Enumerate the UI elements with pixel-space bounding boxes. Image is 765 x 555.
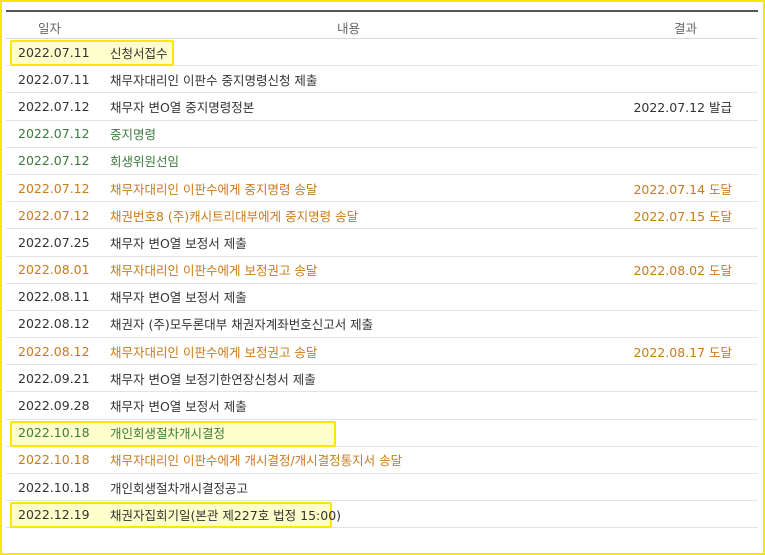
table-body: 2022.07.11 신청서접수 2022.07.11 채무자대리인 이판수 중지명령… bbox=[6, 39, 758, 529]
row-date: 2022.10.18 bbox=[18, 425, 90, 441]
row-content: 채무자대리인 이판수에게 보정권고 송달 bbox=[110, 263, 318, 279]
table-row: 2022.07.12 채무자 변O열 중지명령정본 2022.07.12 발급 bbox=[6, 93, 758, 121]
row-content: 채무자대리인 이판수에게 개시결정/개시결정통지서 송달 bbox=[110, 453, 403, 469]
row-content: 중지명령 bbox=[110, 127, 157, 143]
row-date: 2022.09.28 bbox=[18, 398, 90, 414]
table-header: 일자 내용 결과 bbox=[6, 12, 758, 39]
table-row: 2022.08.11 채무자 변O열 보정서 제출 bbox=[6, 284, 758, 311]
row-content: 신청서접수 bbox=[110, 45, 168, 61]
row-date: 2022.08.12 bbox=[18, 316, 90, 332]
row-date: 2022.10.18 bbox=[18, 479, 90, 495]
row-date: 2022.07.25 bbox=[18, 234, 90, 250]
row-result: 2022.07.12 발급 bbox=[633, 99, 732, 115]
table-row: 2022.07.11 신청서접수 bbox=[6, 39, 758, 67]
table-row: 2022.07.11 채무자대리인 이판수 중지명령신청 제출 bbox=[6, 66, 758, 94]
row-content: 채무자 변O열 보정서 제출 bbox=[110, 399, 247, 415]
row-result: 2022.08.02 도달 bbox=[633, 263, 732, 279]
table-row: 2022.08.01 채무자대리인 이판수에게 보정권고 송달 2022.08.02… bbox=[6, 257, 758, 284]
row-content: 채무자 변O열 보정기한연장신청서 제출 bbox=[110, 371, 316, 387]
row-date: 2022.07.11 bbox=[18, 71, 90, 87]
row-date: 2022.07.12 bbox=[18, 153, 90, 169]
row-result: 2022.07.14 도달 bbox=[633, 181, 732, 197]
row-date: 2022.08.01 bbox=[18, 262, 90, 278]
row-date: 2022.07.12 bbox=[18, 180, 90, 196]
row-content: 채무자 변O열 보정서 제출 bbox=[110, 290, 247, 306]
row-content: 개인회생절차개시결정 bbox=[110, 426, 226, 442]
row-date: 2022.07.12 bbox=[18, 98, 90, 114]
table-row: 2022.07.25 채무자 변O열 보정서 제출 bbox=[6, 229, 758, 257]
row-content: 채권번호8 (주)캐시트리대부에게 중지명령 송달 bbox=[110, 208, 359, 224]
row-date: 2022.09.21 bbox=[18, 370, 90, 386]
table-row: 2022.08.12 채권자 (주)모두론대부 채권자계좌번호신고서 제출 bbox=[6, 311, 758, 339]
header-date: 일자 bbox=[38, 21, 62, 36]
row-date: 2022.07.12 bbox=[18, 207, 90, 223]
table-row: 2022.07.12 채권번호8 (주)캐시트리대부에게 중지명령 송달 2022.… bbox=[6, 202, 758, 230]
row-date: 2022.12.19 bbox=[18, 506, 90, 522]
row-content: 채무자대리인 이판수에게 중지명령 송달 bbox=[110, 181, 318, 197]
row-content: 개인회생절차개시결정공고 bbox=[110, 480, 249, 496]
table-row: 2022.10.18 개인회생절차개시결정공고 bbox=[6, 474, 758, 502]
table-row: 2022.07.12 회생위원선임 bbox=[6, 148, 758, 175]
row-content: 회생위원선임 bbox=[110, 154, 180, 170]
header-content: 내용 bbox=[337, 21, 361, 36]
row-content: 채권자 (주)모두론대부 채권자계좌번호신고서 제출 bbox=[110, 317, 374, 333]
table-row: 2022.07.12 채무자대리인 이판수에게 중지명령 송달 2022.07.14… bbox=[6, 175, 758, 203]
row-content: 채무자대리인 이판수에게 보정권고 송달 bbox=[110, 344, 318, 360]
row-content: 채무자 변O열 보정서 제출 bbox=[110, 235, 247, 251]
row-content: 채권자집회기일(본관 제227호 법정 15:00) bbox=[110, 507, 342, 523]
row-date: 2022.08.11 bbox=[18, 289, 90, 305]
row-date: 2022.07.12 bbox=[18, 126, 90, 142]
row-result: 2022.07.15 도달 bbox=[633, 208, 732, 224]
row-content: 채무자대리인 이판수 중지명령신청 제출 bbox=[110, 72, 318, 88]
row-result: 2022.08.17 도달 bbox=[633, 344, 732, 360]
table-row: 2022.12.19 채권자집회기일(본관 제227호 법정 15:00) bbox=[6, 501, 758, 529]
table-row: 2022.09.28 채무자 변O열 보정서 제출 bbox=[6, 392, 758, 420]
table-row: 2022.10.18 채무자대리인 이판수에게 개시결정/개시결정통지서 송달 bbox=[6, 447, 758, 474]
table-row: 2022.07.12 중지명령 bbox=[6, 121, 758, 148]
header-result: 결과 bbox=[674, 21, 698, 36]
row-date: 2022.10.18 bbox=[18, 452, 90, 468]
row-content: 채무자 변O열 중지명령정본 bbox=[110, 99, 255, 115]
case-history-table: 일자 내용 결과 2022.07.11 신청서접수 2022.07.11 채무자대리인… bbox=[6, 10, 758, 529]
table-row: 2022.10.18 개인회생절차개시결정 bbox=[6, 420, 758, 447]
table-row: 2022.09.21 채무자 변O열 보정기한연장신청서 제출 bbox=[6, 365, 758, 393]
row-date: 2022.07.11 bbox=[18, 44, 90, 60]
table-row: 2022.08.12 채무자대리인 이판수에게 보정권고 송달 2022.08.17… bbox=[6, 338, 758, 366]
row-date: 2022.08.12 bbox=[18, 343, 90, 359]
